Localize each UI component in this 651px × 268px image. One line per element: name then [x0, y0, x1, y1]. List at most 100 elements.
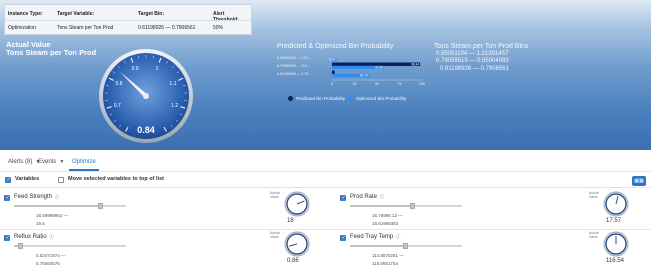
variables-checkbox[interactable] — [5, 177, 11, 183]
actual-value: 18 — [287, 218, 294, 224]
move-to-top-label: Move selected variables to top of list — [68, 176, 164, 182]
bin-category-label: 0.61198926 — 0.79... — [277, 72, 311, 76]
variable-name: Feed Tray Temp ⓘ — [350, 234, 400, 240]
mini-gauge — [284, 231, 310, 257]
gauge-title-line2: Tons Steam per Ton Prod — [6, 49, 96, 57]
gauge-tick-label: 1 — [156, 66, 159, 72]
variable-checkbox[interactable] — [340, 195, 346, 201]
actual-value-caption: Actual Value — [589, 191, 599, 199]
target-bins-list: Tons Steam per Ton Prod Bins 0.95051104 … — [434, 43, 528, 73]
gauge-tick-label: 1.2 — [171, 103, 178, 109]
variable-name-label: Feed Tray Temp — [350, 234, 393, 240]
tab-alerts[interactable]: Alerts (8)▼ — [8, 159, 40, 165]
move-to-top-checkbox[interactable] — [58, 177, 64, 183]
tab-events-label: Events — [38, 159, 56, 165]
bottom-tabs: Alerts (8)▼ Events▼ Optimize — [0, 150, 651, 172]
variable-name-label: Reflux Ratio — [14, 234, 47, 240]
variable-range: 16.76998 12 — 18.61969383 — [372, 212, 403, 228]
tab-alerts-label: Alerts (8) — [8, 159, 32, 165]
x-tick-label: 75 — [398, 82, 402, 86]
x-tick-label: 50 — [375, 82, 379, 86]
gauge-tick-label: 0.8 — [115, 81, 122, 87]
slider-thumb[interactable] — [98, 203, 103, 209]
slider-thumb[interactable] — [410, 203, 415, 209]
bin-row: 0.79059519 — 0.95004083 — [434, 58, 528, 66]
variable-name: Reflux Ratio ⓘ — [14, 234, 54, 240]
chevron-down-icon: ▼ — [59, 159, 64, 165]
active-tab-indicator — [69, 169, 99, 171]
variable-name-label: Prod Rate — [350, 194, 377, 200]
range-low: 16.76998 12 — — [372, 212, 403, 220]
info-value-alert-threshold: 50% — [213, 25, 223, 31]
actual-value-caption: Actual Value — [270, 231, 280, 239]
actual-value: 17.57 — [606, 218, 621, 224]
gauge-tick-label: 0.7 — [114, 103, 121, 109]
actual-caption-line2: Value — [589, 195, 599, 199]
gauge-tick-label: 0.9 — [132, 66, 139, 72]
slider-fill — [14, 205, 101, 207]
info-header-alert-threshold: Alert Threshold: — [213, 11, 251, 23]
info-icon[interactable]: ⓘ — [49, 234, 54, 239]
actual-value: 116.54 — [606, 258, 624, 264]
slider-thumb[interactable] — [403, 243, 408, 249]
variable-slider[interactable] — [14, 245, 126, 247]
info-icon[interactable]: ⓘ — [55, 194, 60, 199]
variable-name: Feed Strength ⓘ — [14, 194, 59, 200]
bin-row: 0.61198926 — 0.7906561 — [434, 66, 528, 74]
variable-checkbox[interactable] — [340, 235, 346, 241]
actual-caption-line2: Value — [589, 235, 599, 239]
tab-optimize[interactable]: Optimize — [72, 159, 96, 165]
variable-slider[interactable] — [350, 245, 462, 247]
bin-chart-title: Predicted & Optimized Bin Probability — [277, 43, 393, 50]
cards-divider — [0, 229, 651, 230]
variables-toolbar: Variables Move selected variables to top… — [0, 172, 651, 188]
bin-row: 0.95051104 — 1.21391457 — [434, 51, 528, 59]
range-high: 115.0651754 — [372, 260, 404, 268]
legend-optimized: Optimized Bin Probability — [348, 96, 406, 101]
info-icon[interactable]: ⓘ — [396, 234, 401, 239]
x-tick-label: 100 — [419, 82, 425, 86]
bar-data-label: 94.74 — [360, 74, 368, 78]
variable-card-feed-tray-temp: Feed Tray Temp ⓘ 114.8570281 — 115.06517… — [340, 231, 651, 268]
slider-fill — [350, 245, 406, 247]
range-low: 16.69999962 — — [36, 212, 68, 220]
actual-caption-line2: Value — [270, 195, 280, 199]
actual-caption-line2: Value — [270, 235, 280, 239]
variable-slider[interactable] — [350, 205, 462, 207]
slider-thumb[interactable] — [18, 243, 23, 249]
variable-checkbox[interactable] — [4, 195, 10, 201]
gauge-value: 0.84 — [137, 125, 155, 135]
mini-gauge — [284, 191, 310, 217]
info-icon[interactable]: ⓘ — [380, 194, 385, 199]
mini-gauge — [603, 231, 629, 257]
slider-fill — [350, 205, 413, 207]
gauge-tick-label: 1.1 — [170, 81, 177, 87]
variables-label: Variables — [15, 176, 39, 182]
variable-checkbox[interactable] — [4, 235, 10, 241]
gauge-title: Actual Value Tons Steam per Ton Prod — [6, 41, 96, 57]
tab-events[interactable]: Events▼ — [38, 159, 64, 165]
legend-predicted-swatch — [288, 96, 293, 101]
bar-data-label: 98.44 — [411, 63, 419, 67]
variable-card-prod-rate: Prod Rate ⓘ 16.76998 12 — 18.61969383 Ac… — [340, 191, 651, 228]
bin-probability-chart: 0.95051104 — 1.21...5.440.79059519 — 0.9… — [277, 52, 427, 94]
range-low: 114.8570281 — — [372, 252, 404, 260]
variable-name-label: Feed Strength — [14, 194, 52, 200]
prediction-panel: Instance Type: Target Variable: Target B… — [0, 0, 651, 150]
variable-slider[interactable] — [14, 205, 126, 207]
variable-name: Prod Rate ⓘ — [350, 194, 384, 200]
grid-view-button[interactable]: ▦▦ — [632, 176, 646, 186]
legend-optimized-label: Optimized Bin Probability — [356, 96, 406, 101]
bar-data-label: 57.64 — [375, 66, 383, 70]
range-high: 18.61969383 — [372, 220, 403, 228]
bar-data-label: 5.44 — [329, 58, 335, 62]
bins-title: Tons Steam per Ton Prod Bins — [434, 43, 528, 51]
gauge-hub — [143, 93, 149, 99]
x-tick-label: 0 — [331, 82, 333, 86]
legend-predicted-label: Predicted Bin Probability — [296, 96, 345, 101]
range-high: 19.5 — [36, 220, 68, 228]
actual-value-caption: Actual Value — [589, 231, 599, 239]
range-low: 0.52471674 — — [36, 252, 66, 260]
range-high: 0.75060576 — [36, 260, 66, 268]
x-tick-label: 25 — [353, 82, 357, 86]
